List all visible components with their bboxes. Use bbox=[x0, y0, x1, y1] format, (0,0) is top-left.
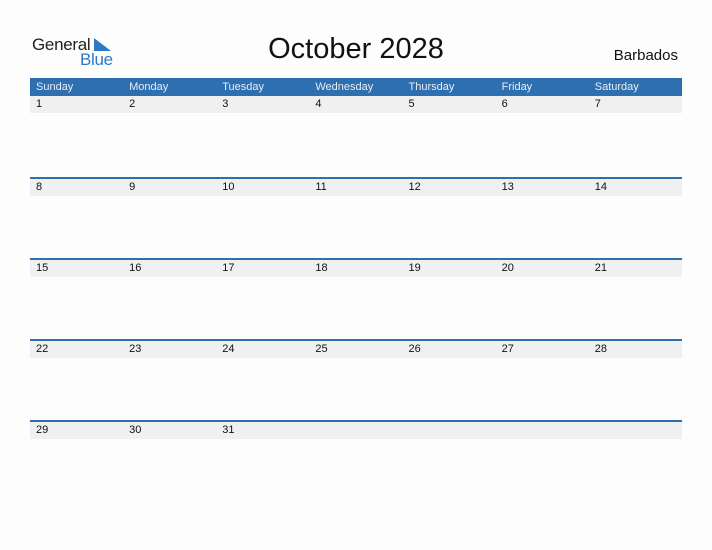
weekday-saturday: Saturday bbox=[594, 81, 639, 93]
day-cell: 11 bbox=[315, 181, 327, 193]
day-cell: 5 bbox=[408, 98, 415, 110]
day-cell: 22 bbox=[36, 343, 49, 355]
country-label: Barbados bbox=[613, 47, 678, 64]
weekday-header: Sunday Monday Tuesday Wednesday Thursday… bbox=[30, 78, 682, 96]
day-cell: 29 bbox=[36, 424, 49, 436]
day-cell: 19 bbox=[408, 262, 421, 274]
weekday-tuesday: Tuesday bbox=[222, 81, 265, 93]
calendar-grid: Sunday Monday Tuesday Wednesday Thursday… bbox=[30, 78, 682, 501]
week-row: 1 2 3 4 5 6 7 bbox=[30, 96, 682, 177]
day-cell: 12 bbox=[408, 181, 421, 193]
weekday-sunday: Sunday bbox=[36, 81, 74, 93]
day-cell: 10 bbox=[222, 181, 235, 193]
day-cell bbox=[403, 422, 496, 439]
day-cell: 20 bbox=[501, 262, 514, 274]
calendar-title: October 2028 bbox=[268, 33, 444, 65]
day-cell: 24 bbox=[222, 343, 235, 355]
day-cell: 23 bbox=[129, 343, 142, 355]
week-row: 22 23 24 25 26 27 28 bbox=[30, 339, 682, 420]
day-cell: 30 bbox=[129, 424, 142, 436]
day-cell: 2 bbox=[129, 98, 136, 110]
weekday-friday: Friday bbox=[501, 81, 533, 93]
day-cell: 4 bbox=[315, 98, 322, 110]
day-cell: 17 bbox=[222, 262, 235, 274]
day-cell: 31 bbox=[222, 424, 235, 436]
day-cell: 7 bbox=[594, 98, 601, 110]
day-cell: 27 bbox=[501, 343, 514, 355]
day-cell bbox=[496, 422, 589, 439]
day-cell: 3 bbox=[222, 98, 229, 110]
week-row: 29 30 31 bbox=[30, 420, 682, 501]
week-row: 8 9 10 11 12 13 14 bbox=[30, 177, 682, 258]
day-cell: 15 bbox=[36, 262, 49, 274]
day-cell: 13 bbox=[501, 181, 514, 193]
weekday-wednesday: Wednesday bbox=[315, 81, 374, 93]
day-cell: 25 bbox=[315, 343, 328, 355]
day-cell: 28 bbox=[594, 343, 607, 355]
week-row: 15 16 17 18 19 20 21 bbox=[30, 258, 682, 339]
weekday-monday: Monday bbox=[129, 81, 169, 93]
day-cell: 14 bbox=[594, 181, 607, 193]
day-cell: 18 bbox=[315, 262, 328, 274]
day-cell: 16 bbox=[129, 262, 142, 274]
day-cell: 26 bbox=[408, 343, 421, 355]
day-cell bbox=[589, 422, 682, 439]
day-cell: 21 bbox=[594, 262, 607, 274]
day-cell: 9 bbox=[129, 181, 136, 193]
day-cell: 8 bbox=[36, 181, 43, 193]
day-cell: 1 bbox=[36, 98, 43, 110]
day-cell: 6 bbox=[501, 98, 508, 110]
day-cell bbox=[309, 422, 402, 439]
weekday-thursday: Thursday bbox=[408, 81, 455, 93]
